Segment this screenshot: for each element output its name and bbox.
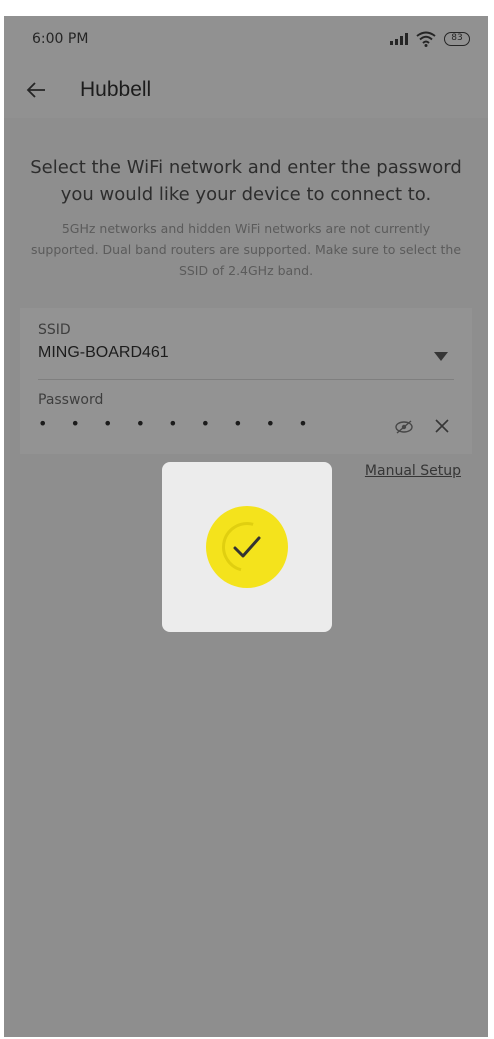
success-indicator bbox=[206, 506, 288, 588]
loading-dialog bbox=[162, 462, 332, 632]
checkmark-icon bbox=[233, 536, 261, 558]
device-frame: 6:00 PM 83 Hubbell bbox=[0, 0, 494, 1039]
app-screen: 6:00 PM 83 Hubbell bbox=[4, 16, 488, 1037]
